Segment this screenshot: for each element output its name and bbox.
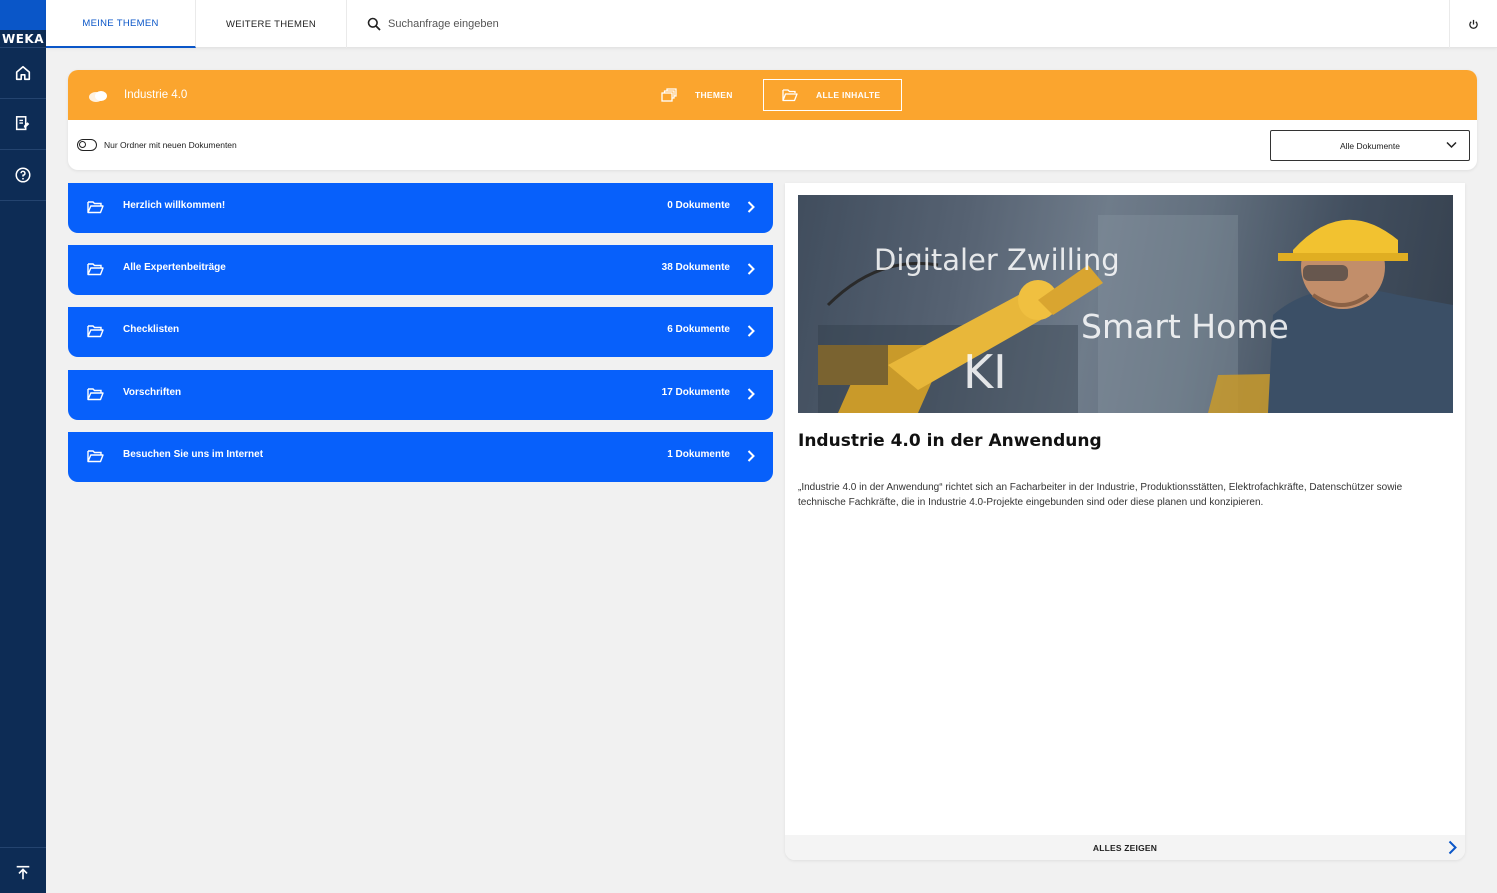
folder-icon — [87, 201, 104, 214]
scroll-top-icon — [16, 865, 30, 880]
themen-label: THEMEN — [695, 90, 733, 100]
topbar: MEINE THEMEN WEITERE THEMEN — [46, 0, 1497, 48]
weka-logo[interactable]: WEKA — [0, 0, 46, 48]
chevron-right-icon — [747, 263, 755, 275]
show-all-button[interactable]: ALLES ZEIGEN — [785, 835, 1465, 860]
folder-icon — [87, 325, 104, 338]
help-icon — [15, 167, 31, 183]
topic-detail-card: Digitaler Zwilling Smart Home KI Industr… — [785, 183, 1465, 860]
new-docs-toggle[interactable] — [77, 139, 97, 151]
chevron-right-icon — [747, 201, 755, 213]
folder-label: Besuchen Sie uns im Internet — [123, 449, 264, 460]
folder-row[interactable]: Besuchen Sie uns im Internet 1 Dokumente — [68, 432, 773, 482]
folder-row[interactable]: Vorschriften 17 Dokumente — [68, 370, 773, 420]
chevron-right-icon — [747, 450, 755, 462]
image-word-digitaler-zwilling: Digitaler Zwilling — [874, 243, 1120, 277]
alle-inhalte-view-button[interactable]: ALLE INHALTE — [763, 79, 902, 111]
sidebar-documents-button[interactable] — [0, 99, 46, 150]
tab-weitere-themen[interactable]: WEITERE THEMEN — [196, 0, 347, 48]
sidebar-help-button[interactable] — [0, 150, 46, 201]
themen-view-button[interactable]: THEMEN — [661, 79, 757, 111]
detail-title: Industrie 4.0 in der Anwendung — [798, 431, 1102, 451]
folder-row[interactable]: Herzlich willkommen! 0 Dokumente — [68, 183, 773, 233]
folder-label: Checklisten — [123, 324, 180, 335]
document-filter-dropdown[interactable]: Alle Dokumente — [1270, 130, 1470, 161]
folder-count: 1 Dokumente — [667, 449, 730, 460]
topic-title: Industrie 4.0 — [124, 89, 188, 101]
power-icon — [1469, 19, 1478, 29]
image-word-ki: KI — [963, 345, 1007, 399]
folder-icon — [87, 388, 104, 401]
folder-label: Herzlich willkommen! — [123, 200, 226, 211]
filter-row: Nur Ordner mit neuen Dokumenten Alle Dok… — [68, 120, 1477, 170]
logo-bar — [0, 0, 46, 30]
chevron-right-icon — [747, 325, 755, 337]
dropdown-value: Alle Dokumente — [1339, 140, 1400, 151]
sidebar-home-button[interactable] — [0, 48, 46, 99]
image-word-smart-home: Smart Home — [1081, 307, 1289, 346]
topic-image: Digitaler Zwilling Smart Home KI — [798, 195, 1453, 413]
logo-text: WEKA — [1, 32, 45, 46]
alle-inhalte-label: ALLE INHALTE — [816, 90, 881, 100]
folder-count: 17 Dokumente — [661, 387, 730, 398]
tab-meine-themen[interactable]: MEINE THEMEN — [46, 0, 196, 48]
detail-description: „Industrie 4.0 in der Anwendung“ richtet… — [798, 482, 1403, 508]
topic-header-bar: Industrie 4.0 THEMEN ALLE INHALTE — [68, 70, 1477, 120]
new-docs-toggle-label: Nur Ordner mit neuen Dokumenten — [104, 140, 237, 150]
folder-count: 6 Dokumente — [667, 324, 730, 335]
folder-open-icon — [782, 89, 798, 102]
folder-icon — [87, 263, 104, 276]
folder-row[interactable]: Checklisten 6 Dokumente — [68, 307, 773, 357]
chevron-right-icon — [747, 388, 755, 400]
chevron-down-icon — [1446, 141, 1457, 149]
topic-icon — [89, 91, 107, 102]
search-icon — [367, 17, 381, 31]
sidebar: WEKA — [0, 0, 46, 893]
power-button[interactable] — [1449, 0, 1497, 48]
show-all-label: ALLES ZEIGEN — [1092, 842, 1158, 853]
search-input[interactable] — [388, 18, 708, 30]
document-edit-icon — [15, 116, 30, 131]
folder-count: 38 Dokumente — [661, 262, 730, 273]
folder-row[interactable]: Alle Expertenbeiträge 38 Dokumente — [68, 245, 773, 295]
toggle-knob — [79, 141, 86, 148]
scroll-top-button[interactable] — [0, 847, 46, 893]
folder-label: Alle Expertenbeiträge — [123, 262, 226, 273]
home-icon — [15, 65, 31, 81]
topic-header-card: Industrie 4.0 THEMEN ALLE INHALTE Nur Or… — [68, 70, 1477, 170]
industrial-robot-illustration — [798, 195, 1453, 413]
search-box — [347, 0, 747, 48]
folder-count: 0 Dokumente — [667, 200, 730, 211]
themen-icon — [661, 88, 677, 102]
folder-icon — [87, 450, 104, 463]
chevron-right-icon — [1448, 840, 1457, 855]
folder-label: Vorschriften — [123, 387, 182, 398]
